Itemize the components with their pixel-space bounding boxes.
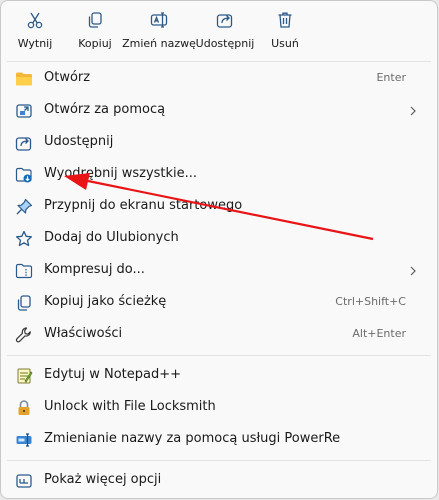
open-with-icon [15, 102, 33, 120]
copy-path-icon [15, 294, 33, 312]
shortcut-hint: Enter [376, 71, 406, 84]
menu-divider [7, 460, 431, 461]
menu-item-label: Kompresuj do... [44, 262, 145, 277]
menu-item-label: Właściwości [44, 326, 123, 341]
delete-button[interactable]: Usuń [252, 7, 318, 55]
menu-item-powerrename[interactable]: Zmienianie nazwy za pomocą usługi PowerR… [5, 424, 433, 456]
menu-item-label: Unlock with File Locksmith [44, 399, 216, 414]
menu-item-label: Zmienianie nazwy za pomocą usługi PowerR… [44, 431, 341, 446]
rename-icon [150, 11, 168, 29]
menu-item-open-with[interactable]: Otwórz za pomocą [5, 95, 433, 127]
menu-item-properties[interactable]: Właściwości Alt+Enter [5, 319, 433, 351]
menu-item-label: Udostępnij [44, 134, 114, 149]
trash-icon [276, 11, 294, 29]
notepad-icon [15, 367, 33, 385]
menu-item-edit-notepadpp[interactable]: Edytuj w Notepad++ [5, 360, 433, 392]
powerrename-icon [15, 431, 33, 449]
menu-item-open[interactable]: Otwórz Enter [5, 63, 433, 95]
menu-item-extract-all[interactable]: Wyodrębnij wszystkie... [5, 159, 433, 191]
copy-icon [86, 11, 104, 29]
star-icon [15, 230, 33, 248]
lock-icon [15, 399, 33, 417]
extract-icon [15, 166, 33, 184]
menu-divider [7, 355, 431, 356]
wrench-icon [15, 326, 33, 344]
context-menu: Wytnij Kopiuj Zmień nazwę Udostępnij Usu… [0, 0, 438, 499]
pin-icon [15, 198, 33, 216]
shortcut-hint: Alt+Enter [352, 327, 406, 340]
menu-item-label: Przypnij do ekranu startowego [44, 198, 243, 213]
folder-icon [15, 70, 33, 88]
menu-item-copy-as-path[interactable]: Kopiuj jako ścieżkę Ctrl+Shift+C [5, 287, 433, 319]
more-options-icon [15, 472, 33, 490]
menu-item-file-locksmith[interactable]: Unlock with File Locksmith [5, 392, 433, 424]
menu-item-label: Dodaj do Ulubionych [44, 230, 179, 245]
menu-item-label: Otwórz [44, 70, 91, 85]
chevron-right-icon [407, 265, 419, 277]
context-menu-toolbar: Wytnij Kopiuj Zmień nazwę Udostępnij Usu… [1, 1, 437, 57]
share-icon [15, 134, 33, 152]
menu-item-compress-to[interactable]: Kompresuj do... [5, 255, 433, 287]
scissors-icon [26, 11, 44, 29]
menu-item-pin-to-start[interactable]: Przypnij do ekranu startowego [5, 191, 433, 223]
menu-item-label: Kopiuj jako ścieżkę [44, 294, 167, 309]
chevron-right-icon [407, 105, 419, 117]
compress-icon [15, 262, 33, 280]
menu-item-label: Otwórz za pomocą [44, 102, 166, 117]
menu-item-label: Edytuj w Notepad++ [44, 367, 182, 382]
menu-item-show-more-options[interactable]: Pokaż więcej opcji [5, 465, 433, 497]
menu-item-label: Pokaż więcej opcji [44, 472, 162, 487]
menu-item-share[interactable]: Udostępnij [5, 127, 433, 159]
delete-label: Usuń [271, 37, 299, 50]
menu-item-label: Wyodrębnij wszystkie... [44, 166, 198, 181]
shortcut-hint: Ctrl+Shift+C [335, 295, 406, 308]
share-icon [216, 11, 234, 29]
toolbar-divider [7, 61, 431, 62]
menu-item-add-to-favorites[interactable]: Dodaj do Ulubionych [5, 223, 433, 255]
